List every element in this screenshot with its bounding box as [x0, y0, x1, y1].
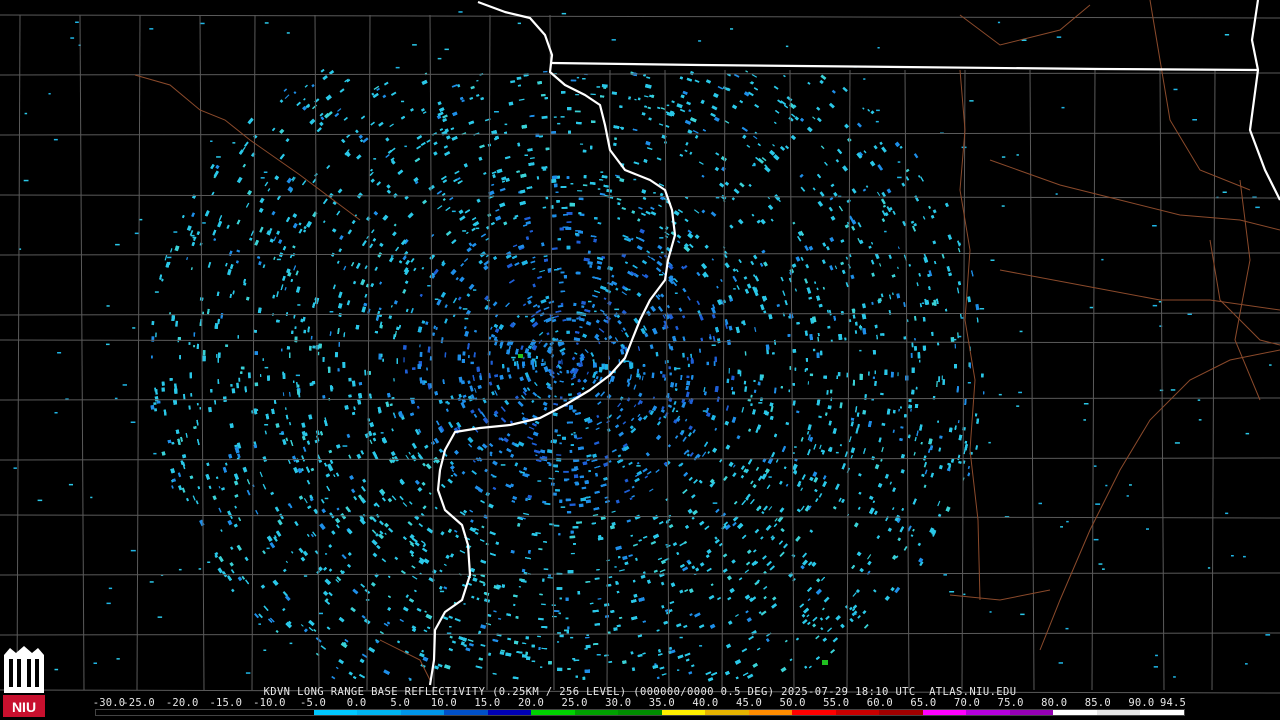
colorbar-segment — [966, 710, 1010, 715]
colorbar-segment — [618, 710, 662, 715]
colorbar-segment — [661, 710, 706, 715]
colorbar-segment — [922, 710, 967, 715]
colorbar-segment — [357, 710, 401, 715]
colorbar-segment — [96, 710, 140, 715]
colorbar-segment — [444, 710, 488, 715]
colorbar-segment — [574, 710, 619, 715]
colorbar-segment — [748, 710, 793, 715]
colorbar-tick: -30.0 — [92, 697, 126, 709]
colorbar-segment — [1096, 710, 1141, 715]
niu-logo: NIU — [3, 646, 45, 717]
colorbar-tick: 50.0 — [779, 697, 806, 709]
colorbar-tick: 25.0 — [561, 697, 588, 709]
colorbar-tick: 85.0 — [1084, 697, 1111, 709]
colorbar-tick: 90.0 — [1128, 697, 1155, 709]
colorbar-tick: 5.0 — [390, 697, 410, 709]
colorbar-tick: 35.0 — [648, 697, 675, 709]
colorbar-tick: -20.0 — [165, 697, 199, 709]
colorbar-segment — [313, 710, 358, 715]
colorbar-tick: 65.0 — [910, 697, 937, 709]
radar-site-marker — [563, 359, 573, 369]
colorbar-segment — [139, 710, 184, 715]
colorbar-tick: 75.0 — [997, 697, 1024, 709]
colorbar-segment — [1009, 710, 1054, 715]
colorbar-tick: -15.0 — [209, 697, 243, 709]
colorbar-tick: 30.0 — [605, 697, 632, 709]
radar-map — [0, 0, 1280, 720]
colorbar-tick: 40.0 — [692, 697, 719, 709]
colorbar-tick: -25.0 — [122, 697, 155, 709]
colorbar-segment — [792, 710, 836, 715]
colorbar-segment — [270, 710, 314, 715]
colorbar-segment — [835, 710, 880, 715]
colorbar-tick: 10.0 — [430, 697, 457, 709]
colorbar-segment — [183, 710, 227, 715]
colorbar — [95, 709, 1185, 716]
colorbar-tick: 60.0 — [866, 697, 893, 709]
colorbar-tick: -5.0 — [299, 697, 327, 709]
colorbar-tick: 80.0 — [1041, 697, 1068, 709]
colorbar-tick: 15.0 — [474, 697, 501, 709]
colorbar-segment — [226, 710, 271, 715]
colorbar-segment — [531, 710, 575, 715]
colorbar-segment — [705, 710, 749, 715]
colorbar-tick: 0.0 — [346, 697, 367, 709]
colorbar-segment — [487, 710, 532, 715]
colorbar-tick: -10.0 — [253, 697, 286, 709]
colorbar-tick: 45.0 — [735, 697, 763, 709]
colorbar-segment — [400, 710, 445, 715]
colorbar-tick: 94.5 — [1159, 697, 1187, 709]
colorbar-tick: 55.0 — [823, 697, 850, 709]
colorbar-tick: 20.0 — [517, 697, 545, 709]
colorbar-tick: 70.0 — [953, 697, 981, 709]
colorbar-segment — [1140, 710, 1184, 715]
colorbar-segment — [1053, 710, 1097, 715]
colorbar-segment — [879, 710, 923, 715]
